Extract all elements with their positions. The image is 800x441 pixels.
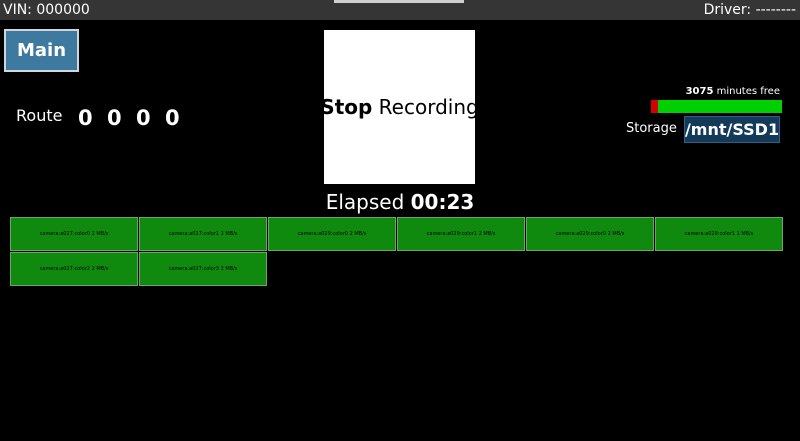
route-digit: 0 [136, 106, 151, 130]
storage-label: Storage [626, 121, 677, 136]
storage-path-badge: /mnt/SSD1 [684, 116, 780, 143]
camera-tile[interactable]: camera:a027:color2 2 MB/s [10, 252, 138, 286]
camera-tile[interactable]: camera:a027:color0 2 MB/s [10, 217, 138, 251]
route-number: 0 0 0 0 [78, 106, 194, 130]
camera-tile[interactable]: camera:a029:color0 2 MB/s [526, 217, 654, 251]
route-label: Route [16, 106, 63, 125]
elapsed-value: 00:23 [410, 190, 475, 214]
recorder-screen: VIN: 000000 Driver: -------- Main Route … [0, 0, 800, 441]
camera-tile[interactable]: camera:a027:color1 2 MB/s [139, 217, 267, 251]
minutes-free-suffix: minutes free [713, 86, 780, 97]
status-bar: VIN: 000000 Driver: -------- [0, 0, 800, 20]
vin-text: VIN: 000000 [3, 2, 90, 18]
pull-down-handle[interactable] [334, 0, 464, 3]
minutes-free: 3075 minutes free [686, 86, 780, 97]
elapsed-label: Elapsed [325, 190, 411, 214]
route-digit: 0 [107, 106, 122, 130]
stop-recording-label: Recording [372, 95, 479, 119]
driver-text: Driver: -------- [703, 2, 796, 18]
stop-recording-button[interactable]: Stop Recording [320, 30, 479, 184]
route-digit: 0 [165, 106, 180, 130]
camera-grid: camera:a027:color0 2 MB/s camera:a027:co… [10, 217, 785, 286]
storage-used-fill [651, 100, 658, 113]
camera-tile[interactable]: camera:a027:color3 2 MB/s [139, 252, 267, 286]
storage-usage-bar [651, 100, 782, 113]
elapsed-time: Elapsed 00:23 [300, 190, 500, 214]
camera-tile[interactable]: camera:a029:color0 2 MB/s [268, 217, 396, 251]
stop-recording-label-bold: Stop [320, 95, 373, 119]
minutes-free-value: 3075 [685, 86, 714, 97]
camera-tile[interactable]: camera:a029:color1 2 MB/s [397, 217, 525, 251]
camera-tile[interactable]: camera:a029:color1 1 MB/s [655, 217, 783, 251]
main-button[interactable]: Main [4, 29, 79, 72]
route-digit: 0 [78, 106, 93, 130]
